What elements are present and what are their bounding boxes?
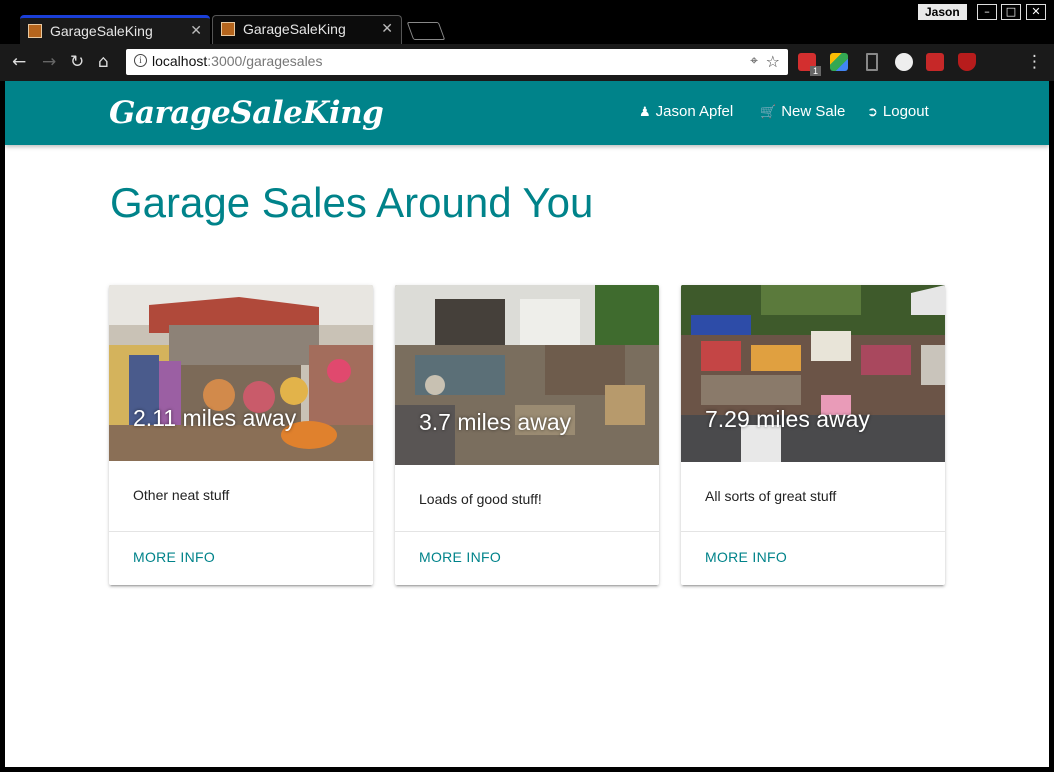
url-host: localhost: [152, 53, 208, 69]
card-photo: 7.29 miles away: [681, 285, 945, 462]
new-tab-button[interactable]: [406, 22, 446, 40]
more-info-link[interactable]: MORE INFO: [705, 549, 787, 565]
location-icon[interactable]: ⌖: [750, 53, 758, 69]
extension-badge: 1: [810, 66, 822, 76]
close-window-icon[interactable]: ✕: [1026, 4, 1046, 20]
extension-circle-icon[interactable]: [895, 53, 913, 71]
card-description: Loads of good stuff!: [419, 491, 542, 507]
garage-sale-card: 3.7 miles away Loads of good stuff! MORE…: [395, 285, 659, 585]
logout-icon: ➲: [867, 104, 878, 119]
nav-logout-label: Logout: [882, 103, 929, 120]
garage-sale-card: 7.29 miles away All sorts of great stuff…: [681, 285, 945, 585]
card-distance: 3.7 miles away: [419, 409, 572, 435]
garage-sale-photo: [109, 285, 373, 461]
bookmark-star-icon[interactable]: ☆: [766, 52, 780, 71]
menu-dots-icon[interactable]: ⋮: [1026, 52, 1043, 72]
nav-user-label: Jason Apfel: [655, 103, 734, 120]
url-text: localhost:3000/garagesales: [152, 53, 322, 69]
close-tab-icon[interactable]: ✕: [190, 23, 202, 39]
browser-window: GarageSaleKing ✕ GarageSaleKing ✕ Jason …: [0, 0, 1054, 772]
garage-sale-card: 2.11 miles away Other neat stuff MORE IN…: [109, 285, 373, 585]
tab-inactive[interactable]: GarageSaleKing ✕: [212, 15, 402, 44]
card-content: Loads of good stuff!: [395, 491, 659, 507]
card-content: Other neat stuff: [109, 487, 373, 503]
page-title: Garage Sales Around You: [110, 179, 594, 226]
extension-red-icon[interactable]: [926, 53, 944, 71]
user-icon: ♟: [639, 104, 651, 119]
home-icon[interactable]: ⌂: [98, 52, 109, 72]
card-content: All sorts of great stuff: [681, 488, 945, 504]
card-description: Other neat stuff: [133, 487, 230, 503]
page-viewport: GarageSaleKing ♟ Jason Apfel 🛒 New Sale ➲ L…: [5, 81, 1049, 767]
nav-new-sale-label: New Sale: [781, 103, 846, 120]
tab-title: GarageSaleKing: [50, 23, 153, 39]
back-arrow-icon[interactable]: ←: [12, 52, 26, 72]
google-drive-icon[interactable]: [830, 53, 848, 71]
nav-logout-link[interactable]: ➲ Logout: [867, 103, 929, 120]
maximize-icon[interactable]: □: [1001, 4, 1021, 20]
bookmark-icon[interactable]: [866, 53, 878, 71]
ublock-shield-icon[interactable]: [958, 53, 976, 71]
more-info-link[interactable]: MORE INFO: [133, 549, 215, 565]
site-navbar: GarageSaleKing ♟ Jason Apfel 🛒 New Sale ➲ L…: [5, 81, 1049, 145]
tab-active[interactable]: GarageSaleKing ✕: [20, 15, 210, 44]
nav-new-sale-link[interactable]: 🛒 New Sale: [760, 103, 845, 120]
address-bar[interactable]: i localhost:3000/garagesales ⌖ ☆: [126, 49, 788, 75]
brand-logo[interactable]: GarageSaleKing: [109, 95, 384, 131]
card-distance: 2.11 miles away: [133, 405, 297, 431]
garage-sale-favicon-icon: [28, 24, 42, 38]
tab-strip: GarageSaleKing ✕ GarageSaleKing ✕ Jason …: [0, 0, 1054, 44]
reload-icon[interactable]: ↻: [70, 52, 84, 72]
more-info-link[interactable]: MORE INFO: [419, 549, 501, 565]
garage-sale-photo: [681, 285, 945, 462]
card-action: MORE INFO: [109, 531, 373, 585]
card-action: MORE INFO: [681, 531, 945, 585]
nav-user-link[interactable]: ♟ Jason Apfel: [639, 103, 733, 120]
tab-title: GarageSaleKing: [243, 21, 346, 37]
profile-button[interactable]: Jason: [918, 4, 967, 20]
card-description: All sorts of great stuff: [705, 488, 837, 504]
card-photo: 2.11 miles away: [109, 285, 373, 461]
browser-toolbar: ← → ↻ ⌂ i localhost:3000/garagesales ⌖ ☆…: [0, 44, 1054, 81]
card-photo: 3.7 miles away: [395, 285, 659, 465]
card-action: MORE INFO: [395, 531, 659, 585]
garage-sale-favicon-icon: [221, 22, 235, 36]
card-distance: 7.29 miles away: [705, 406, 870, 432]
cart-icon: 🛒: [760, 104, 777, 119]
minimize-icon[interactable]: –: [977, 4, 997, 20]
info-icon[interactable]: i: [134, 54, 147, 67]
url-path: :3000/garagesales: [207, 53, 323, 69]
garage-sale-photo: [395, 285, 659, 465]
close-tab-icon[interactable]: ✕: [381, 21, 393, 37]
forward-arrow-icon[interactable]: →: [42, 52, 56, 72]
